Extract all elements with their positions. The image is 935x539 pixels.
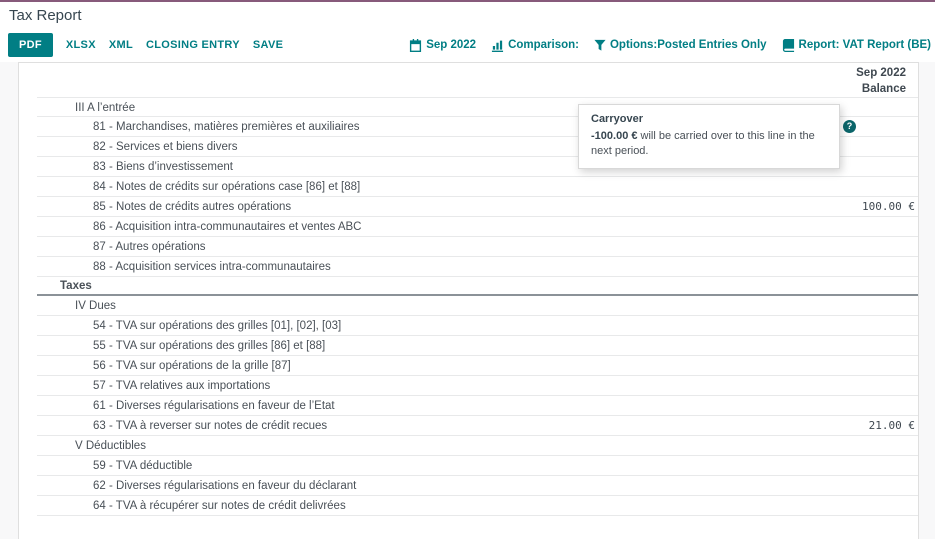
tax-report-page: Tax Report PDF XLSX XML CLOSING ENTRY SA…: [0, 0, 935, 539]
row-label: 88 - Acquisition services intra-communau…: [93, 261, 331, 273]
report-filter[interactable]: Report: VAT Report (BE): [782, 39, 931, 52]
row-label: 61 - Diverses régularisations en faveur …: [93, 400, 335, 412]
closing-entry-button[interactable]: CLOSING ENTRY: [146, 39, 240, 51]
window-top-border: [0, 0, 935, 2]
table-row[interactable]: 86 - Acquisition intra-communautaires et…: [37, 217, 918, 237]
date-filter[interactable]: Sep 2022: [409, 39, 476, 52]
table-row[interactable]: 63 - TVA à reverser sur notes de crédit …: [37, 416, 918, 436]
table-row[interactable]: 88 - Acquisition services intra-communau…: [37, 257, 918, 277]
row-label: 81 - Marchandises, matières premières et…: [93, 121, 360, 133]
row-label: 86 - Acquisition intra-communautaires et…: [93, 221, 361, 233]
tooltip-body: -100.00 € will be carried over to this l…: [591, 129, 827, 159]
column-header-balance: Balance: [19, 81, 906, 97]
row-label: 57 - TVA relatives aux importations: [93, 380, 270, 392]
row-label: 62 - Diverses régularisations en faveur …: [93, 480, 356, 492]
table-row[interactable]: 59 - TVA déductible: [37, 456, 918, 476]
table-row[interactable]: 55 - TVA sur opérations des grilles [86]…: [37, 336, 918, 356]
carryover-tooltip: Carryover -100.00 € will be carried over…: [578, 104, 840, 169]
table-row[interactable]: V Déductibles: [37, 436, 918, 456]
calendar-icon: [409, 39, 422, 52]
pdf-button[interactable]: PDF: [8, 33, 53, 57]
save-button[interactable]: SAVE: [253, 39, 283, 51]
table-row[interactable]: 56 - TVA sur opérations de la grille [87…: [37, 356, 918, 376]
filter-funnel-icon: [594, 39, 606, 51]
table-row[interactable]: Taxes: [37, 277, 918, 296]
row-label: 83 - Biens d’investissement: [93, 161, 233, 173]
page-title: Tax Report: [9, 7, 82, 24]
balance-cell[interactable]: 21.00 €: [869, 416, 915, 436]
filter-bar: Sep 2022 Comparison: Options:Posted Entr…: [409, 33, 931, 57]
help-icon[interactable]: ?: [843, 120, 856, 133]
table-row[interactable]: 57 - TVA relatives aux importations: [37, 376, 918, 396]
comparison-filter[interactable]: Comparison:: [491, 39, 579, 52]
column-header-period: Sep 2022: [19, 65, 906, 81]
table-row[interactable]: IV Dues: [37, 296, 918, 316]
report-filter-label: Report: VAT Report (BE): [799, 39, 931, 51]
balance-cell[interactable]: 100.00 €: [862, 197, 915, 217]
row-label: V Déductibles: [75, 440, 146, 452]
table-row[interactable]: 84 - Notes de crédits sur opérations cas…: [37, 177, 918, 197]
row-label: 56 - TVA sur opérations de la grille [87…: [93, 360, 291, 372]
xml-button[interactable]: XML: [109, 39, 133, 51]
column-header: Sep 2022 Balance: [19, 63, 918, 97]
date-filter-label: Sep 2022: [426, 39, 476, 51]
table-row[interactable]: 61 - Diverses régularisations en faveur …: [37, 396, 918, 416]
row-label: 55 - TVA sur opérations des grilles [86]…: [93, 340, 325, 352]
table-row[interactable]: 87 - Autres opérations: [37, 237, 918, 257]
table-row[interactable]: 64 - TVA à récupérer sur notes de crédit…: [37, 496, 918, 516]
comparison-filter-label: Comparison:: [508, 39, 579, 51]
table-row[interactable]: 85 - Notes de crédits autres opérations …: [37, 197, 918, 217]
row-label: Taxes: [60, 280, 92, 292]
tooltip-amount: -100.00 €: [591, 130, 637, 142]
table-row[interactable]: 54 - TVA sur opérations des grilles [01]…: [37, 316, 918, 336]
row-label: 84 - Notes de crédits sur opérations cas…: [93, 181, 360, 193]
row-label: 54 - TVA sur opérations des grilles [01]…: [93, 320, 341, 332]
row-label: 63 - TVA à reverser sur notes de crédit …: [93, 420, 327, 432]
report-toolbar: PDF XLSX XML CLOSING ENTRY SAVE: [8, 33, 283, 57]
tooltip-title: Carryover: [591, 112, 827, 127]
options-filter[interactable]: Options:Posted Entries Only: [594, 39, 767, 51]
book-icon: [782, 39, 795, 52]
row-label: IV Dues: [75, 300, 116, 312]
row-label: 87 - Autres opérations: [93, 241, 206, 253]
row-label: III A l’entrée: [75, 102, 135, 114]
row-label: 82 - Services et biens divers: [93, 141, 237, 153]
row-label: 64 - TVA à récupérer sur notes de crédit…: [93, 500, 346, 512]
options-filter-label: Options:Posted Entries Only: [610, 39, 767, 51]
row-label: 85 - Notes de crédits autres opérations: [93, 201, 291, 213]
bar-chart-icon: [491, 39, 504, 52]
row-label: 59 - TVA déductible: [93, 460, 192, 472]
table-row[interactable]: 62 - Diverses régularisations en faveur …: [37, 476, 918, 496]
xlsx-button[interactable]: XLSX: [66, 39, 96, 51]
